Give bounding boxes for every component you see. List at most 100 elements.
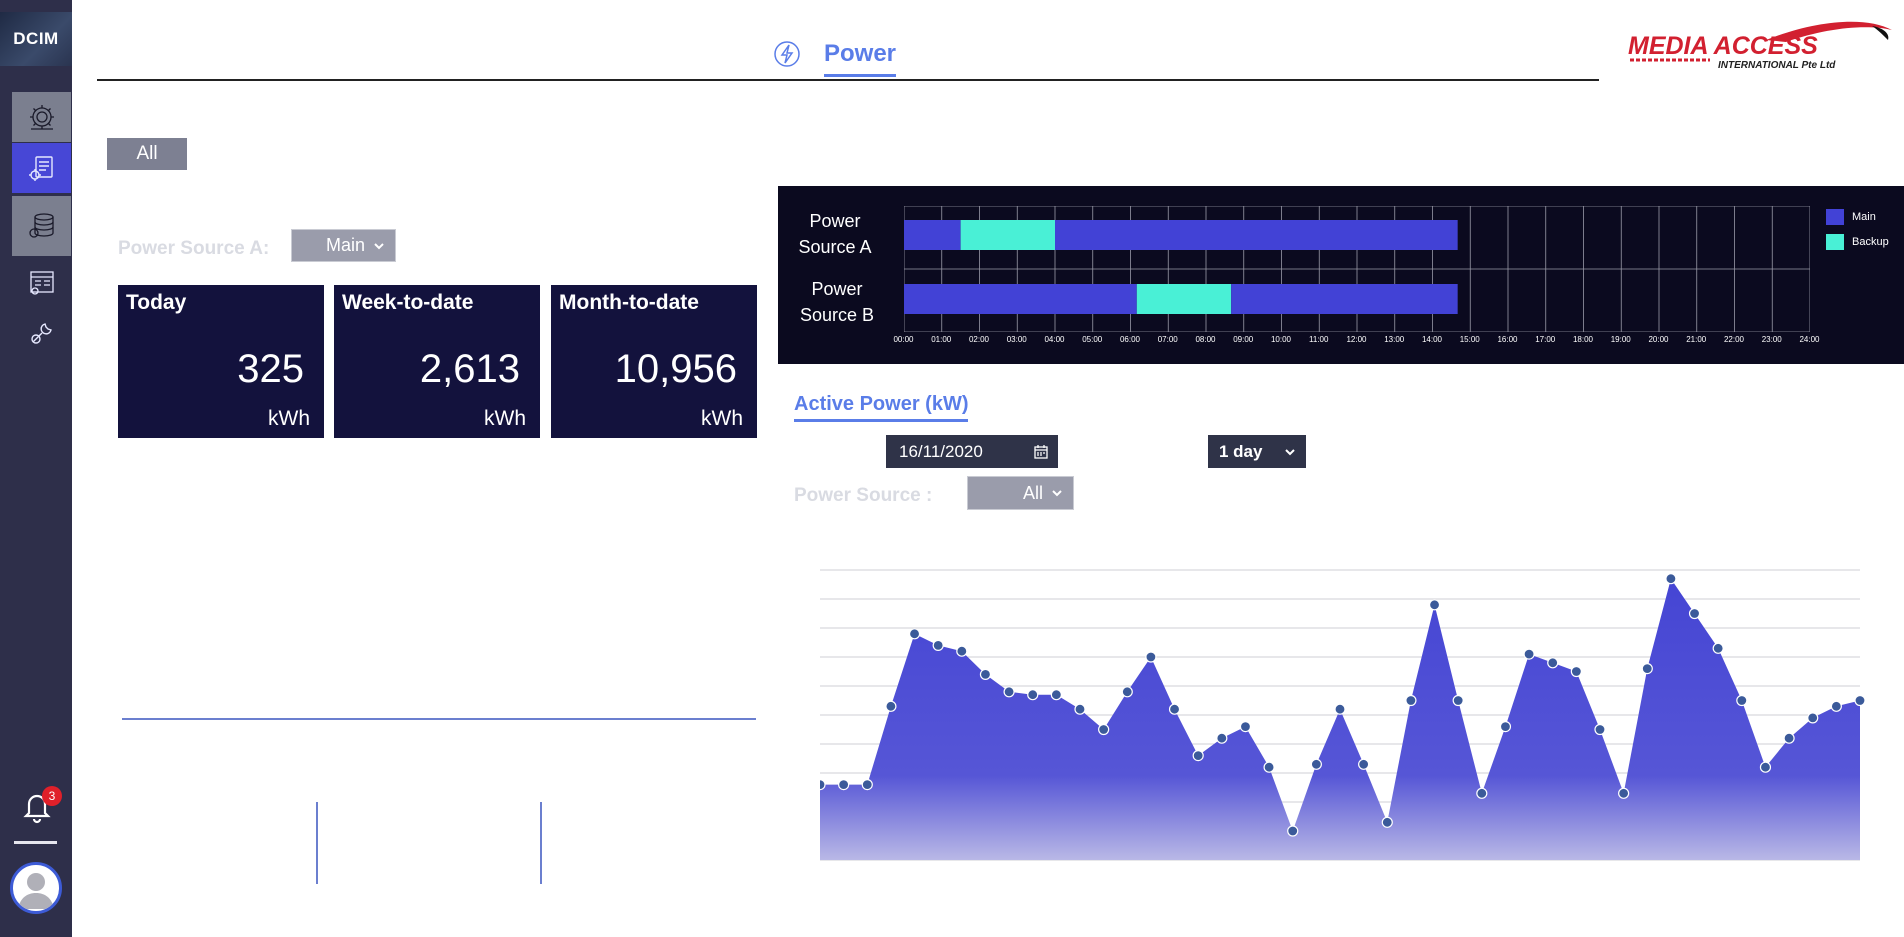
data-point[interactable] <box>1499 721 1512 733</box>
data-point[interactable] <box>1168 703 1181 715</box>
data-point[interactable] <box>1759 761 1772 773</box>
data-point[interactable] <box>1570 665 1582 678</box>
timeline-tick-label: 12:00 <box>1346 335 1367 344</box>
sidebar-item-tools[interactable] <box>12 308 71 358</box>
data-point[interactable] <box>932 639 944 652</box>
time-range-select[interactable]: 1 day <box>1208 435 1306 468</box>
dashboard-icon <box>29 271 54 295</box>
energy-card-week: Week-to-date 2,613 kWh <box>334 285 540 438</box>
timeline-tick-label: 00:00 <box>893 335 914 344</box>
timeline-tick-label: 20:00 <box>1648 335 1669 344</box>
data-point[interactable] <box>838 779 850 791</box>
data-point[interactable] <box>1736 694 1748 707</box>
row-label-line: Power <box>811 279 863 299</box>
timeline-segment-main <box>1231 284 1458 314</box>
row-label-line: Source B <box>799 305 875 325</box>
data-point[interactable] <box>1358 758 1370 770</box>
gauge-marker <box>540 802 542 884</box>
card-value: 10,956 <box>614 347 737 391</box>
data-point[interactable] <box>1547 657 1559 669</box>
timeline-tick-label: 03:00 <box>1006 335 1027 344</box>
header-divider <box>97 79 1599 81</box>
all-filter-button[interactable]: All <box>107 138 187 170</box>
avatar[interactable] <box>10 862 62 914</box>
chevron-down-icon <box>374 242 384 249</box>
timeline-tick-label: 08:00 <box>1195 335 1216 344</box>
data-point[interactable] <box>1523 648 1535 660</box>
data-point[interactable] <box>861 779 873 791</box>
data-point[interactable] <box>1618 787 1630 799</box>
data-point[interactable] <box>956 645 968 657</box>
data-point[interactable] <box>1334 703 1346 715</box>
data-point[interactable] <box>1192 750 1204 762</box>
sidebar: DCIM 3 <box>0 0 72 937</box>
data-point[interactable] <box>908 628 921 640</box>
data-point[interactable] <box>1050 689 1062 701</box>
active-power-source-select[interactable]: All <box>967 476 1074 510</box>
sidebar-item-reports[interactable] <box>12 143 71 193</box>
data-point[interactable] <box>1239 721 1252 733</box>
sidebar-item-dashboard[interactable] <box>12 258 71 308</box>
timeline-tick-label: 23:00 <box>1761 335 1782 344</box>
app-logo[interactable]: DCIM <box>0 12 72 66</box>
timeline-tick-label: 16:00 <box>1497 335 1518 344</box>
gear-settings-icon <box>29 105 54 130</box>
card-unit: kWh <box>484 407 526 430</box>
data-point[interactable] <box>1287 825 1299 837</box>
data-point[interactable] <box>1121 686 1133 698</box>
timeline-tick-label: 19:00 <box>1610 335 1631 344</box>
gauge-baseline <box>122 718 756 720</box>
timeline-tick-label: 22:00 <box>1723 335 1745 344</box>
legend-item-backup: Backup <box>1826 234 1889 250</box>
active-power-title[interactable]: Active Power (kW) <box>794 393 969 422</box>
page-header: Power <box>772 34 897 77</box>
data-point[interactable] <box>1712 642 1724 654</box>
sidebar-item-settings[interactable] <box>12 92 71 142</box>
data-point[interactable] <box>1783 732 1795 744</box>
timeline-segment-backup <box>960 220 1055 250</box>
data-point[interactable] <box>1688 607 1701 620</box>
power-source-select[interactable]: Main <box>291 229 396 262</box>
data-point[interactable] <box>1854 694 1866 707</box>
data-point[interactable] <box>885 700 897 712</box>
data-point[interactable] <box>1641 662 1653 675</box>
data-point[interactable] <box>1807 712 1819 724</box>
timeline-grid <box>904 206 1810 332</box>
user-icon <box>18 873 54 909</box>
active-power-source-label: Power Source : <box>794 485 933 506</box>
data-point[interactable] <box>1830 700 1842 712</box>
tools-icon <box>30 323 52 344</box>
timeline-tick-label: 18:00 <box>1572 335 1594 344</box>
data-point[interactable] <box>1665 573 1677 585</box>
page-title[interactable]: Power <box>824 40 897 77</box>
data-point[interactable] <box>1381 816 1393 828</box>
date-picker[interactable]: 16/11/2020 <box>886 435 1058 468</box>
timeline-row-label-b: Power Source B <box>787 276 887 328</box>
data-point[interactable] <box>1145 651 1157 663</box>
active-power-chart <box>820 569 1866 861</box>
timeline-segment-main <box>1055 220 1458 250</box>
data-point[interactable] <box>1310 758 1322 770</box>
data-point[interactable] <box>1452 694 1464 707</box>
notification-badge: 3 <box>42 786 62 806</box>
data-point[interactable] <box>1074 703 1086 715</box>
data-point[interactable] <box>1428 599 1441 611</box>
data-point[interactable] <box>979 668 992 681</box>
data-point[interactable] <box>1027 689 1039 701</box>
data-point[interactable] <box>1216 732 1228 744</box>
data-point[interactable] <box>1405 694 1417 707</box>
lightning-icon <box>774 41 800 67</box>
data-point[interactable] <box>1476 787 1488 799</box>
calendar-icon[interactable] <box>1034 445 1048 459</box>
date-value: 16/11/2020 <box>899 441 983 461</box>
data-point[interactable] <box>820 779 826 791</box>
sidebar-item-database[interactable] <box>12 196 71 256</box>
timeline-tick-label: 06:00 <box>1119 335 1141 344</box>
card-value: 2,613 <box>419 347 520 391</box>
active-power-source-value: All <box>1022 482 1043 503</box>
data-point[interactable] <box>1263 761 1275 773</box>
data-point[interactable] <box>1098 723 1110 736</box>
data-point[interactable] <box>1003 686 1015 698</box>
legend-swatch <box>1826 209 1844 225</box>
data-point[interactable] <box>1594 723 1606 736</box>
